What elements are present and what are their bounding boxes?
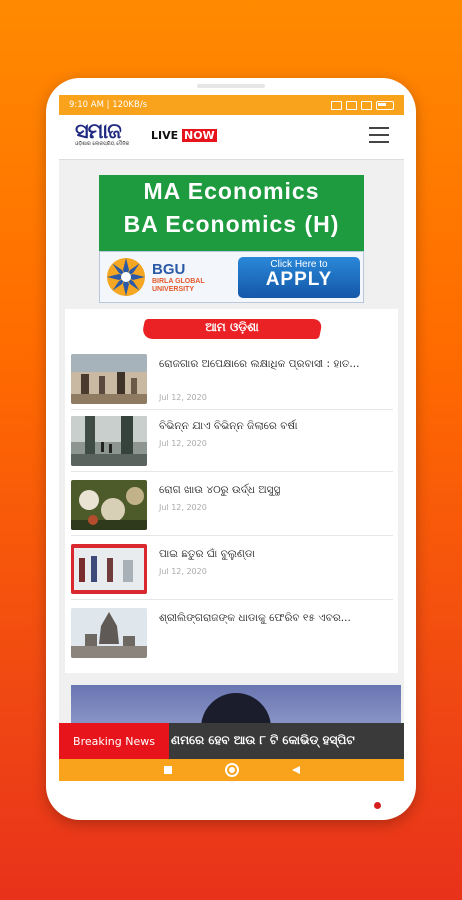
- ad-headline: MA Economics BA Economics (H): [99, 175, 364, 251]
- recents-icon[interactable]: [163, 765, 173, 775]
- news-thumbnail: [71, 608, 147, 658]
- news-item[interactable]: ରୋଗ ଖାଉ ୪୦ରୁ ଉର୍ଦ୍ଧ ଅସୁସ୍ଥ Jul 12, 2020: [71, 475, 393, 536]
- ad-line-1: MA Economics: [143, 178, 320, 204]
- news-headline: ପାଇ ଛତୁର ଘାଁ ବୁଲୁଣ୍ଡା: [159, 548, 256, 560]
- news-thumbnail: [71, 480, 147, 530]
- apply-button[interactable]: Click Here to APPLY: [238, 257, 360, 298]
- breaking-news-ticker[interactable]: ଣମରେ ହେବ ଆଉ ୮ ଟି କୋଭିଡ୍ ହସ୍ପିଟ: [171, 733, 355, 748]
- back-icon[interactable]: [291, 765, 301, 775]
- breaking-news-bar[interactable]: Breaking News ଣମରେ ହେବ ଆଉ ୮ ଟି କୋଭିଡ୍ ହସ…: [59, 723, 404, 759]
- news-section-card: ଆମ ଓଡ଼ିଶା ରୋଜଗାର ଅପେକ୍ଷାରେ ଲକ୍ଷାଧିକ ପ୍ରବ…: [65, 309, 398, 673]
- news-date: Jul 12, 2020: [159, 439, 207, 448]
- news-headline: ରୋଗ ଖାଉ ୪୦ରୁ ଉର୍ଦ୍ଧ ଅସୁସ୍ଥ: [159, 484, 281, 496]
- news-date: Jul 12, 2020: [159, 567, 207, 576]
- news-thumbnail: [71, 544, 147, 594]
- ad-footer: BGU BIRLA GLOBAL UNIVERSITY Click Here t…: [99, 251, 364, 303]
- phone-frame: 9:10 AM | 120KB/s ସମାଜ ଓଡ଼ିଶାର ଲୋକପ୍ରିୟ …: [46, 78, 416, 820]
- app-screen: 9:10 AM | 120KB/s ସମାଜ ଓଡ଼ିଶାର ଲୋକପ୍ରିୟ …: [59, 95, 404, 781]
- logo-text: ସମାଜ: [75, 118, 122, 143]
- status-bar: 9:10 AM | 120KB/s: [59, 95, 404, 115]
- breaking-news-label: Breaking News: [59, 723, 169, 759]
- ad-banner[interactable]: MA Economics BA Economics (H) BGU BIRLA …: [99, 175, 364, 303]
- apply-big-text: APPLY: [265, 269, 333, 290]
- wifi-icon: [361, 100, 372, 110]
- ad-org-line-1: BIRLA GLOBAL: [152, 278, 205, 285]
- ad-org-short: BGU: [152, 261, 186, 278]
- news-item[interactable]: ବିଭିନ୍ନ ଯାଏ ବିଭିନ୍ନ ଜିଲାରେ ବର୍ଷା Jul 12,…: [71, 411, 393, 472]
- news-headline: ରୋଜଗାର ଅପେକ୍ଷାରେ ଲକ୍ଷାଧିକ ପ୍ରବାସୀ : ହାତ.…: [159, 358, 360, 370]
- news-item[interactable]: ରୋଜଗାର ଅପେକ୍ଷାରେ ଲକ୍ଷାଧିକ ପ୍ରବାସୀ : ହାତ.…: [71, 349, 393, 410]
- news-item[interactable]: ଶ୍ରୀଲିଙ୍ଗରାଜଙ୍କ ଧାଡାକୁ ଫେରିବ ୧୫ ଏବର...: [71, 603, 393, 663]
- news-thumbnail: [71, 354, 147, 404]
- app-header: ସମାଜ ଓଡ଼ିଶାର ଲୋକପ୍ରିୟ ଦୈନିକ LIVE NOW: [59, 115, 404, 160]
- ad-line-2: BA Economics (H): [123, 211, 340, 237]
- live-label: LIVE: [151, 129, 179, 142]
- signal-icon: [346, 100, 357, 110]
- section-title-text: ଆମ ଓଡ଼ିଶା: [205, 320, 259, 334]
- status-time-speed: 9:10 AM | 120KB/s: [69, 100, 148, 110]
- notification-icon: [331, 100, 342, 110]
- bgu-logo-icon: [107, 258, 145, 296]
- news-date: Jul 12, 2020: [159, 393, 207, 402]
- home-icon[interactable]: [224, 763, 239, 777]
- now-badge: NOW: [181, 129, 217, 142]
- hamburger-menu-icon[interactable]: [369, 127, 389, 143]
- news-date: Jul 12, 2020: [159, 503, 207, 512]
- battery-icon: [376, 100, 394, 110]
- news-headline: ବିଭିନ୍ନ ଯାଏ ବିଭିନ୍ନ ଜିଲାରେ ବର୍ଷା: [159, 420, 298, 432]
- news-thumbnail: [71, 416, 147, 466]
- notification-led: [374, 802, 381, 809]
- app-logo[interactable]: ସମାଜ ଓଡ଼ିଶାର ଲୋକପ୍ରିୟ ଦୈନିକ: [75, 119, 147, 155]
- section-title: ଆମ ଓଡ଼ିଶା: [140, 317, 324, 341]
- speaker-grille: [197, 84, 265, 88]
- live-now-button[interactable]: LIVE NOW: [151, 129, 217, 142]
- featured-image: [71, 685, 401, 733]
- ad-org-line-2: UNIVERSITY: [152, 286, 195, 293]
- news-item[interactable]: ପାଇ ଛତୁର ଘାଁ ବୁଲୁଣ୍ଡା Jul 12, 2020: [71, 539, 393, 600]
- logo-tagline: ଓଡ଼ିଶାର ଲୋକପ୍ରିୟ ଦୈନିକ: [75, 141, 130, 147]
- android-nav-bar: [59, 759, 404, 781]
- news-headline: ଶ୍ରୀଲିଙ୍ଗରାଜଙ୍କ ଧାଡାକୁ ଫେରିବ ୧୫ ଏବର...: [159, 612, 351, 624]
